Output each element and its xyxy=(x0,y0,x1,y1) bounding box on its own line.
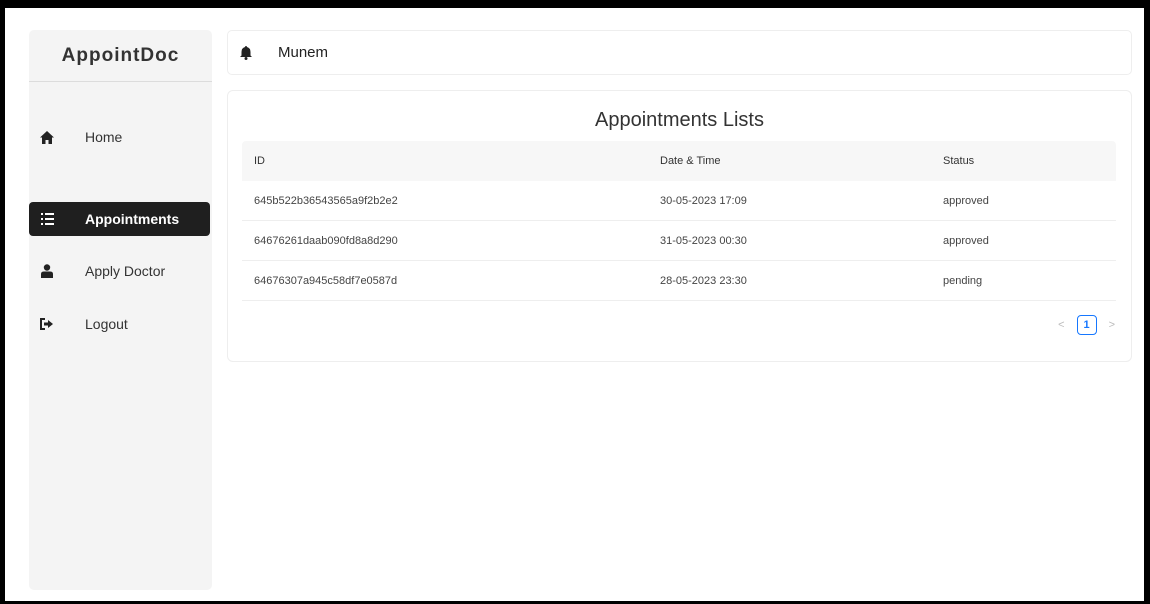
cell-datetime: 28-05-2023 23:30 xyxy=(660,274,747,287)
column-header-status[interactable]: Status xyxy=(943,155,1116,167)
cell-datetime: 31-05-2023 00:30 xyxy=(660,234,747,247)
home-icon xyxy=(39,129,55,145)
pagination: < 1 > xyxy=(1058,315,1115,335)
sidebar-item-logout[interactable]: Logout xyxy=(29,307,210,341)
sidebar-item-label: Home xyxy=(85,129,123,145)
list-icon xyxy=(39,211,55,227)
user-name[interactable]: Munem xyxy=(278,44,328,61)
cell-id: 645b522b36543565a9f2b2e2 xyxy=(254,194,398,207)
table-row: 64676307a945c58df7e0587d 28-05-2023 23:3… xyxy=(242,261,1116,301)
bell-icon[interactable] xyxy=(240,45,254,61)
doctor-icon xyxy=(39,263,55,279)
app-logo: AppointDoc xyxy=(29,30,212,82)
column-header-id[interactable]: ID xyxy=(242,155,660,167)
appointments-table: ID Date & Time Status 645b522b36543565a9… xyxy=(242,141,1116,301)
cell-status: approved xyxy=(943,194,989,207)
sidebar-item-appointments[interactable]: Appointments xyxy=(29,202,210,236)
table-row: 645b522b36543565a9f2b2e2 30-05-2023 17:0… xyxy=(242,181,1116,221)
table-row: 64676261daab090fd8a8d290 31-05-2023 00:3… xyxy=(242,221,1116,261)
cell-id: 64676307a945c58df7e0587d xyxy=(254,274,398,287)
pagination-prev-button[interactable]: < xyxy=(1058,319,1064,331)
page-title: Appointments Lists xyxy=(595,109,764,131)
sidebar-item-apply-doctor[interactable]: Apply Doctor xyxy=(29,254,210,288)
cell-status: approved xyxy=(943,234,989,247)
cell-id: 64676261daab090fd8a8d290 xyxy=(254,234,398,247)
cell-status: pending xyxy=(943,274,983,287)
pagination-page-1[interactable]: 1 xyxy=(1076,315,1097,335)
sidebar-item-label: Logout xyxy=(85,316,128,332)
sidebar-item-label: Appointments xyxy=(85,211,180,227)
sidebar-item-home[interactable]: Home xyxy=(29,120,210,154)
top-header: Munem xyxy=(227,30,1132,75)
sidebar-item-label: Apply Doctor xyxy=(85,263,166,279)
column-header-datetime[interactable]: Date & Time xyxy=(660,155,943,167)
logout-icon xyxy=(39,316,55,332)
sidebar: AppointDoc Home Appointments Apply Docto… xyxy=(29,30,212,590)
pagination-next-button[interactable]: > xyxy=(1109,319,1115,331)
table-header: ID Date & Time Status xyxy=(242,141,1116,181)
cell-datetime: 30-05-2023 17:09 xyxy=(660,194,747,207)
appointments-panel: Appointments Lists ID Date & Time Status… xyxy=(227,90,1132,362)
